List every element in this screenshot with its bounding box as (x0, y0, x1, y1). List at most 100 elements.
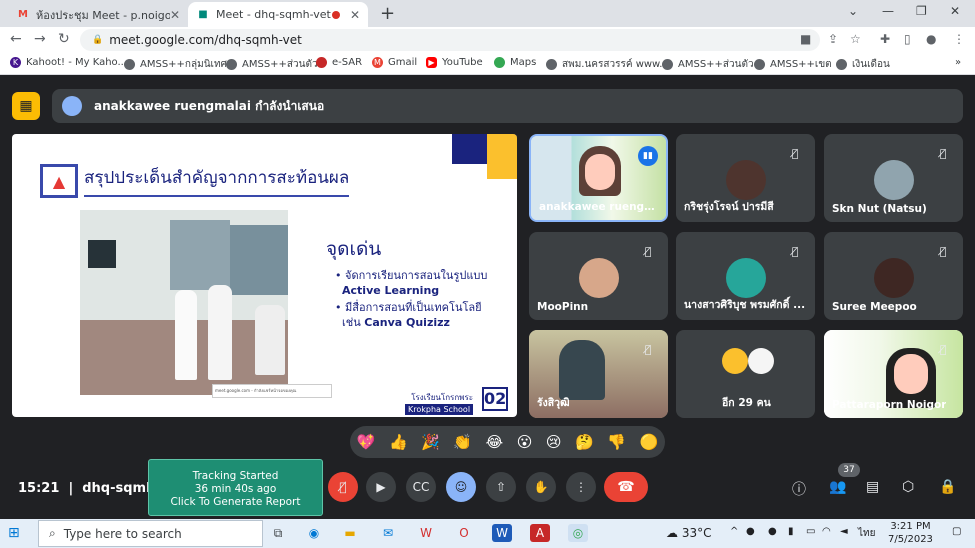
volume-icon[interactable]: ◄ (840, 526, 848, 537)
bullet-text: เช่น (342, 316, 365, 329)
language-indicator[interactable]: ไทย (858, 526, 875, 541)
mic-off-icon: 🎙̸ (644, 245, 652, 258)
bookmark-gmail[interactable]: M Gmail (372, 57, 417, 68)
tray-chevron-icon[interactable]: ^ (730, 526, 738, 537)
bookmark-esar[interactable]: e-SAR (316, 57, 362, 68)
wifi-icon[interactable]: ◠ (822, 526, 831, 537)
heart-reaction-icon[interactable]: 💖 (357, 433, 376, 451)
participant-tile[interactable]: 🎙̸ นางสาวศิริบุช พรมศักดิ์ ... (676, 232, 815, 320)
microphone-tray-icon[interactable]: ▮ (788, 526, 794, 537)
forward-icon[interactable]: → (34, 31, 46, 47)
gmail-icon: M (18, 9, 28, 20)
party-reaction-icon[interactable]: 🎉 (421, 433, 440, 451)
school-logo-icon: ▲ (40, 164, 78, 198)
close-icon[interactable]: ✕ (350, 8, 360, 22)
participant-tile[interactable]: 🎙̸ Suree Meepoo (824, 232, 963, 320)
clap-reaction-icon[interactable]: 👏 (453, 433, 472, 451)
bookmark-maps[interactable]: Maps (494, 57, 536, 68)
tray-app-icon[interactable]: ● (768, 526, 777, 537)
bookmark-amss-1[interactable]: AMSS++กลุ่มนิเทศ (124, 57, 227, 72)
word-icon[interactable]: W (492, 524, 512, 542)
network-icon[interactable]: ▭ (806, 526, 815, 537)
participant-tile-overflow[interactable]: อีก 29 คน (676, 330, 815, 418)
skin-tone-icon[interactable]: 🟡 (639, 433, 658, 451)
bookmark-salary[interactable]: เงินเดือน (836, 57, 890, 72)
taskbar-clock[interactable]: 3:21 PM 7/5/2023 (888, 520, 933, 546)
restore-button[interactable]: ❐ (916, 4, 927, 18)
menu-icon[interactable]: ⋮ (953, 32, 965, 46)
search-placeholder: Type here to search (63, 526, 182, 541)
participant-tile[interactable]: 🎙̸ Pattaraporn Noigor (824, 330, 963, 418)
activities-icon[interactable]: ⬡ (902, 479, 914, 495)
present-button[interactable]: ⇧ (486, 472, 516, 502)
tab-gmail[interactable]: M ห้องประชุม Meet - p.noigor@gmai ✕ (8, 2, 188, 27)
tracking-report-button[interactable]: Tracking Started 36 min 40s ago Click To… (148, 459, 323, 516)
surprised-reaction-icon[interactable]: 😮 (517, 433, 533, 451)
participant-tile[interactable]: 🎙̸ กริชรุ่งโรจน์ ปารมีสี (676, 134, 815, 222)
more-options-button[interactable]: ⋮ (566, 472, 596, 502)
captions-button[interactable]: CC (406, 472, 436, 502)
window-close-button[interactable]: ✕ (950, 4, 960, 18)
bookmark-spm[interactable]: สพม.นครสวรรค์ www.... (546, 57, 672, 72)
wps-icon[interactable]: W (416, 524, 436, 542)
participant-tile[interactable]: 🎙̸ รังสิวุฒิ (529, 330, 668, 418)
chrome-icon[interactable]: ◎ (568, 524, 588, 542)
share-icon[interactable]: ⇪ (828, 32, 838, 46)
weather-widget[interactable]: ☁ 33°C (666, 526, 711, 540)
notifications-icon[interactable]: ▢ (952, 526, 961, 537)
reload-icon[interactable]: ↻ (58, 31, 70, 47)
tray-app-icon[interactable]: ● (746, 526, 755, 537)
bookmark-youtube[interactable]: ▶ YouTube (426, 57, 483, 68)
bookmark-label: AMSS++ส่วนตัว (678, 59, 754, 70)
sad-reaction-icon[interactable]: 😢 (546, 433, 562, 451)
profile-avatar[interactable]: ● (926, 32, 936, 46)
minimize-button[interactable]: — (882, 4, 894, 18)
meeting-time: 15:21 (18, 481, 60, 496)
windows-start-icon[interactable]: ⊞ (8, 525, 20, 541)
bookmark-amss-4[interactable]: AMSS++เขต (754, 57, 832, 72)
tab-search-icon[interactable]: ⌄ (848, 4, 858, 18)
bookmarks-overflow-icon[interactable]: » (955, 57, 961, 68)
bookmark-kahoot[interactable]: K Kahoot! - My Kaho... (10, 57, 127, 68)
laugh-reaction-icon[interactable]: 😂 (486, 433, 504, 451)
sidebar-icon[interactable]: ▯ (904, 32, 911, 46)
participant-tile[interactable]: 🎙̸ MooPinn (529, 232, 668, 320)
meeting-info-icon[interactable]: ⓘ (792, 479, 806, 499)
thinking-reaction-icon[interactable]: 🤔 (575, 433, 594, 451)
participant-name: อีก 29 คน (722, 397, 771, 409)
address-bar[interactable]: 🔒 meet.google.com/dhq-sqmh-vet (80, 29, 820, 51)
tab-meet[interactable]: ■ Meet - dhq-sqmh-vet ✕ (188, 2, 368, 27)
chat-icon[interactable]: ▤ (866, 479, 879, 495)
mic-off-icon: 🎙̸ (791, 147, 799, 160)
task-view-icon[interactable]: ⧉ (268, 524, 288, 542)
edge-icon[interactable]: ◉ (304, 524, 324, 542)
star-icon[interactable]: ☆ (850, 32, 861, 46)
participant-avatar (873, 160, 914, 200)
file-explorer-icon[interactable]: ▬ (340, 524, 360, 542)
new-tab-button[interactable]: + (380, 3, 395, 24)
participant-tile[interactable]: ▮▮ anakkawee ruengma... (529, 134, 668, 222)
reactions-bar: 💖 👍 🎉 👏 😂 😮 😢 🤔 👎 🟡 (350, 426, 665, 458)
participant-tile[interactable]: 🎙̸ Skn Nut (Natsu) (824, 134, 963, 222)
close-icon[interactable]: ✕ (170, 8, 180, 22)
back-icon[interactable]: ← (10, 31, 22, 47)
thumbs-down-reaction-icon[interactable]: 👎 (607, 433, 626, 451)
people-icon[interactable]: 👥 (829, 479, 846, 495)
camera-button[interactable]: ▶ (366, 472, 396, 502)
mic-off-icon: 🎙̸ (939, 245, 947, 258)
bookmark-amss-3[interactable]: AMSS++ส่วนตัว (662, 57, 754, 72)
raise-hand-button[interactable]: ✋ (526, 472, 556, 502)
bookmark-amss-2[interactable]: AMSS++ส่วนตัว (226, 57, 318, 72)
opera-icon[interactable]: O (454, 524, 474, 542)
thumbs-up-reaction-icon[interactable]: 👍 (389, 433, 408, 451)
mail-icon[interactable]: ✉ (378, 524, 398, 542)
presentation-icon[interactable]: ▦ (12, 92, 40, 120)
end-call-button[interactable]: ☎ (604, 472, 648, 502)
camera-icon[interactable]: ■ (800, 32, 811, 46)
mic-off-button[interactable]: 🎙̸ (328, 472, 358, 502)
taskbar-search-box[interactable]: ⌕ Type here to search (38, 520, 263, 547)
emoji-button[interactable]: ☺ (446, 472, 476, 502)
extensions-icon[interactable]: ✚ (880, 32, 890, 46)
host-controls-icon[interactable]: 🔒 (939, 479, 956, 495)
acrobat-icon[interactable]: A (530, 524, 550, 542)
